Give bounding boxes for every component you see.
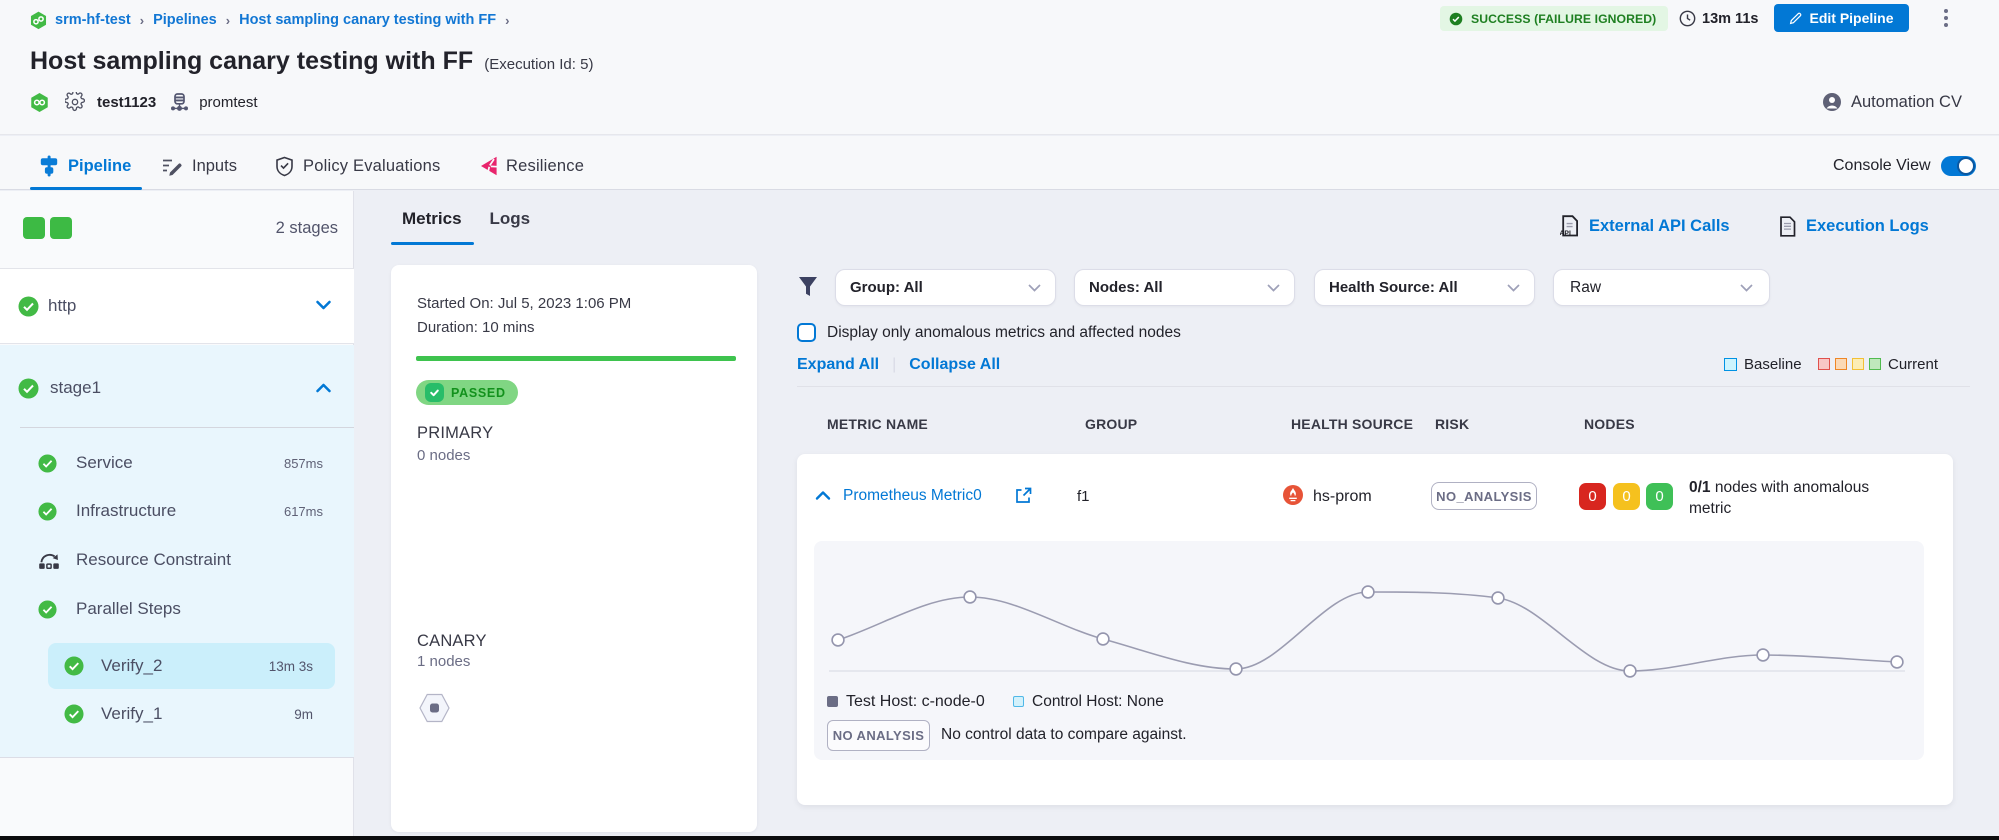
svg-text:API: API xyxy=(1560,230,1571,237)
